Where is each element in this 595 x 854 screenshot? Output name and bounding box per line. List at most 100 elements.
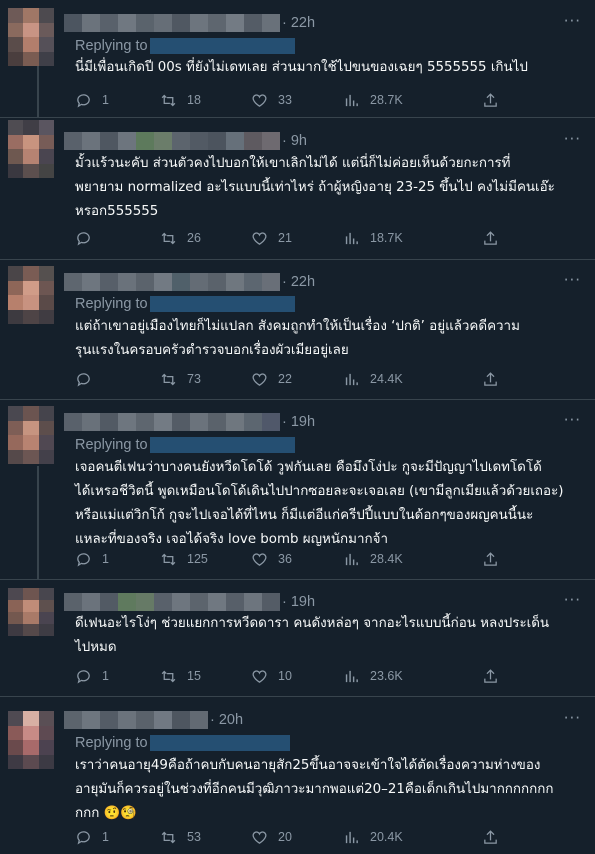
tweet-text: มั้วแร้วนะคับ ส่วนตัวคงไปบอกให้เขาเลิกไม…: [75, 156, 555, 219]
reply-count: 1: [102, 669, 109, 683]
tweet-time[interactable]: · 19h: [282, 594, 315, 610]
tweet-header: · 9h: [64, 132, 307, 150]
replying-to-label: Replying to: [75, 735, 148, 751]
tweet-actions: 73 22 24.4K: [75, 369, 505, 389]
tweet-header: · 22h: [64, 273, 315, 291]
retweet-button[interactable]: 125: [160, 549, 208, 569]
tweet-text: เราว่าคนอายุ49คือถ้าคบกับคนอายุสัก25ขึ้น…: [75, 758, 554, 821]
like-button[interactable]: 20: [251, 827, 292, 847]
views-button[interactable]: 28.7K: [343, 90, 403, 110]
tweet[interactable]: · 22h ··· Replying to แต่ถ้าเขาอยู่เมือง…: [0, 260, 595, 400]
share-button[interactable]: [482, 827, 499, 847]
tweet-header: · 19h: [64, 593, 315, 611]
reply-button[interactable]: 1: [75, 666, 109, 686]
retweet-count: 73: [187, 372, 201, 386]
share-button[interactable]: [482, 549, 499, 569]
heart-icon: [252, 552, 267, 566]
heart-icon: [252, 830, 267, 844]
views-button[interactable]: 24.4K: [343, 369, 403, 389]
avatar[interactable]: [8, 8, 54, 66]
retweet-icon: [161, 94, 176, 106]
like-button[interactable]: 21: [251, 228, 292, 248]
reply-icon: [77, 552, 90, 567]
views-icon: [345, 553, 358, 565]
reply-count: 1: [102, 830, 109, 844]
reply-button[interactable]: 1: [75, 827, 109, 847]
views-icon: [345, 831, 358, 843]
tweet-text: นี่มีเพื่อนเกิดปี 00s ที่ยังไม่เดทเลย ส่…: [75, 60, 528, 75]
retweet-count: 26: [187, 231, 201, 245]
replying-to-handle-blurred[interactable]: [149, 38, 295, 54]
avatar[interactable]: [8, 588, 54, 636]
reply-icon: [77, 93, 90, 108]
share-icon: [484, 92, 497, 107]
reply-button[interactable]: 1: [75, 549, 109, 569]
replying-to-label: Replying to: [75, 296, 148, 312]
reply-icon: [77, 669, 90, 684]
tweet[interactable]: · 19h ··· ดีเฟนอะไรโง่ๆ ช่วยแยกการหวีดดา…: [0, 580, 595, 697]
reply-count: 1: [102, 552, 109, 566]
more-icon[interactable]: ···: [564, 130, 581, 148]
avatar[interactable]: [8, 711, 54, 769]
tweet-time[interactable]: · 9h: [282, 133, 307, 149]
like-button[interactable]: 10: [251, 666, 292, 686]
replying-to-handle-blurred[interactable]: [149, 437, 295, 453]
like-button[interactable]: 22: [251, 369, 292, 389]
tweet-time[interactable]: · 22h: [282, 15, 315, 31]
avatar[interactable]: [8, 406, 54, 464]
username-blurred[interactable]: [64, 711, 208, 729]
username-blurred[interactable]: [64, 273, 280, 291]
view-count: 18.7K: [370, 231, 403, 245]
retweet-button[interactable]: 26: [160, 228, 201, 248]
heart-icon: [252, 669, 267, 683]
tweet[interactable]: · 20h ··· Replying to เราว่าคนอายุ49คือถ…: [0, 697, 595, 854]
reply-button[interactable]: 1: [75, 90, 109, 110]
replying-to-label: Replying to: [75, 38, 148, 54]
tweet-text: เจอคนตีเฟนว่าบางคนยังหวีดโดโด้ วูฟกันเลย…: [75, 460, 564, 547]
more-icon[interactable]: ···: [564, 12, 581, 30]
tweet-time[interactable]: · 20h: [210, 712, 243, 728]
replying-to-handle-blurred[interactable]: [149, 296, 295, 312]
avatar[interactable]: [8, 120, 54, 178]
views-button[interactable]: 20.4K: [343, 827, 403, 847]
share-button[interactable]: [482, 369, 499, 389]
more-icon[interactable]: ···: [564, 591, 581, 609]
username-blurred[interactable]: [64, 132, 280, 150]
tweet[interactable]: · 9h ··· มั้วแร้วนะคับ ส่วนตัวคงไปบอกให้…: [0, 118, 595, 260]
tweet-time[interactable]: · 19h: [282, 414, 315, 430]
views-button[interactable]: 28.4K: [343, 549, 403, 569]
tweet[interactable]: · 22h ··· Replying to นี่มีเพื่อนเกิดปี …: [0, 0, 595, 118]
username-blurred[interactable]: [64, 14, 280, 32]
retweet-button[interactable]: 15: [160, 666, 201, 686]
more-icon[interactable]: ···: [564, 411, 581, 429]
like-count: 36: [278, 552, 292, 566]
heart-icon: [252, 93, 267, 107]
more-icon[interactable]: ···: [564, 709, 581, 727]
share-button[interactable]: [482, 666, 499, 686]
view-count: 28.7K: [370, 93, 403, 107]
retweet-button[interactable]: 18: [160, 90, 201, 110]
like-button[interactable]: 33: [251, 90, 292, 110]
tweet-header: · 19h: [64, 413, 315, 431]
like-button[interactable]: 36: [251, 549, 292, 569]
more-icon[interactable]: ···: [564, 271, 581, 289]
share-button[interactable]: [482, 90, 499, 110]
avatar[interactable]: [8, 266, 54, 324]
tweet-header: · 22h: [64, 14, 315, 32]
tweet[interactable]: · 19h ··· Replying to เจอคนตีเฟนว่าบางคน…: [0, 400, 595, 580]
retweet-button[interactable]: 73: [160, 369, 201, 389]
username-blurred[interactable]: [64, 593, 280, 611]
reply-count: 1: [102, 93, 109, 107]
views-button[interactable]: 23.6K: [343, 666, 403, 686]
reply-icon: [77, 830, 90, 845]
retweet-button[interactable]: 53: [160, 827, 201, 847]
share-button[interactable]: [482, 228, 499, 248]
replying-to-handle-blurred[interactable]: [149, 735, 290, 751]
reply-button[interactable]: [75, 369, 102, 389]
username-blurred[interactable]: [64, 413, 280, 431]
tweet-time[interactable]: · 22h: [282, 274, 315, 290]
views-icon: [345, 232, 358, 244]
reply-button[interactable]: [75, 228, 102, 248]
like-count: 10: [278, 669, 292, 683]
views-button[interactable]: 18.7K: [343, 228, 403, 248]
